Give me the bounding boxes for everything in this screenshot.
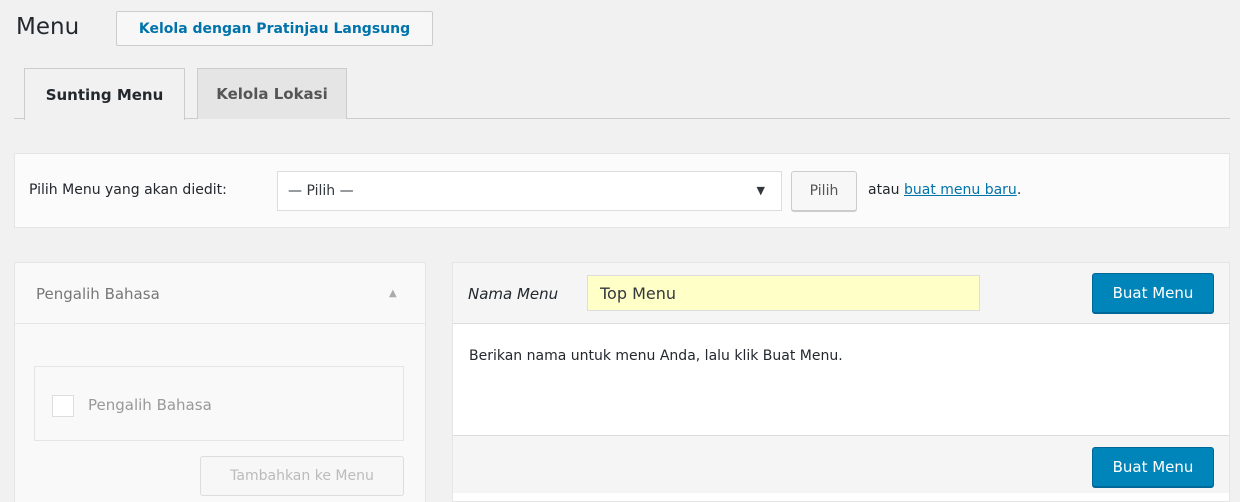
menu-name-label: Nama Menu	[468, 285, 559, 303]
create-menu-button-top[interactable]: Buat Menu	[1092, 273, 1214, 313]
instruction-text: Berikan nama untuk menu Anda, lalu klik …	[469, 348, 843, 364]
create-new-menu-link[interactable]: buat menu baru	[904, 182, 1017, 198]
collapse-arrow-icon[interactable]: ▲	[389, 288, 397, 299]
live-preview-button[interactable]: Kelola dengan Pratinjau Langsung	[116, 11, 433, 46]
or-label: atau	[868, 182, 900, 198]
select-menu-label: Pilih Menu yang akan diedit:	[29, 182, 227, 198]
select-menu-button[interactable]: Pilih	[791, 171, 857, 211]
period: .	[1016, 182, 1022, 198]
add-to-menu-button[interactable]: Tambahkan ke Menu	[200, 456, 404, 496]
panel-title[interactable]: Pengalih Bahasa	[36, 285, 160, 303]
language-switcher-checkbox[interactable]	[52, 395, 74, 417]
tab-manage-locations[interactable]: Kelola Lokasi	[197, 68, 347, 119]
page-title: Menu	[16, 14, 80, 40]
menu-select-value: — Pilih —	[288, 183, 354, 199]
menu-name-input[interactable]: Top Menu	[587, 275, 980, 311]
checkbox-label: Pengalih Bahasa	[88, 396, 212, 414]
dropdown-arrow-icon: ▼	[756, 184, 765, 197]
tab-edit-menu[interactable]: Sunting Menu	[24, 68, 185, 120]
create-menu-button-bottom[interactable]: Buat Menu	[1092, 447, 1214, 487]
panel-header-divider	[14, 323, 426, 324]
menu-select[interactable]: — Pilih — ▼	[277, 171, 782, 211]
create-menu-text: atau buat menu baru.	[868, 182, 1021, 198]
